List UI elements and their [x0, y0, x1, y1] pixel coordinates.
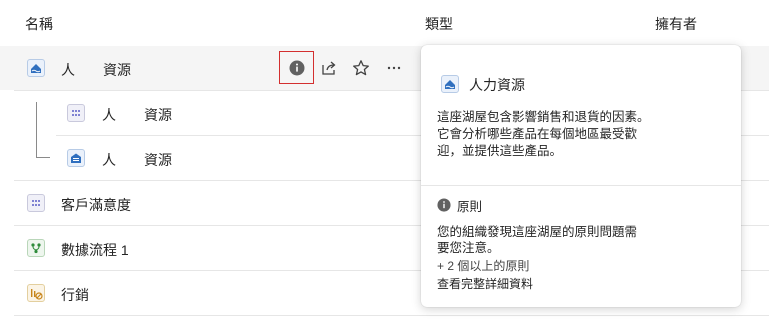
more-icon[interactable] — [383, 57, 405, 79]
dataset-icon — [67, 104, 85, 122]
card-divider — [421, 185, 741, 186]
view-details-link[interactable]: 查看完整詳細資料 — [437, 275, 533, 292]
dataset-icon — [27, 194, 45, 212]
row-name[interactable]: 人 資源 — [102, 150, 172, 170]
more-policies[interactable]: + 2 個以上的原則 — [437, 257, 529, 274]
policy-title: 原則 — [457, 200, 483, 214]
row-name[interactable]: 行銷 — [61, 285, 89, 305]
dataflow-icon — [27, 239, 45, 257]
card-description: 這座湖屋包含影響銷售和退貨的因素。它會分析哪些產品在每個地區最受歡迎，並提供這些… — [437, 110, 650, 158]
row-name[interactable]: 客戶滿意度 — [61, 195, 131, 215]
row-name[interactable]: 人 資源 — [61, 60, 131, 80]
share-icon[interactable] — [318, 57, 340, 79]
policy-text: 您的組織發現這座湖屋的原則問題需要您注意。 — [437, 225, 638, 255]
info-button-highlight — [279, 51, 314, 84]
report-icon — [27, 284, 45, 302]
warehouse-icon — [67, 149, 85, 167]
lakehouse-icon — [27, 59, 45, 77]
lakehouse-icon — [441, 75, 459, 93]
column-header-type[interactable]: 類型 — [425, 14, 453, 42]
star-icon[interactable] — [350, 57, 372, 79]
row-name[interactable]: 人 資源 — [102, 105, 172, 125]
info-card: 人力資源 這座湖屋包含影響銷售和退貨的因素。它會分析哪些產品在每個地區最受歡迎，… — [421, 45, 741, 307]
card-title: 人力資源 — [469, 77, 525, 93]
policy-info-icon — [437, 198, 451, 215]
column-header-name[interactable]: 名稱 — [25, 14, 53, 42]
column-header-owner[interactable]: 擁有者 — [655, 14, 697, 42]
row-name[interactable]: 數據流程 1 — [61, 240, 129, 260]
row-divider — [14, 315, 769, 316]
